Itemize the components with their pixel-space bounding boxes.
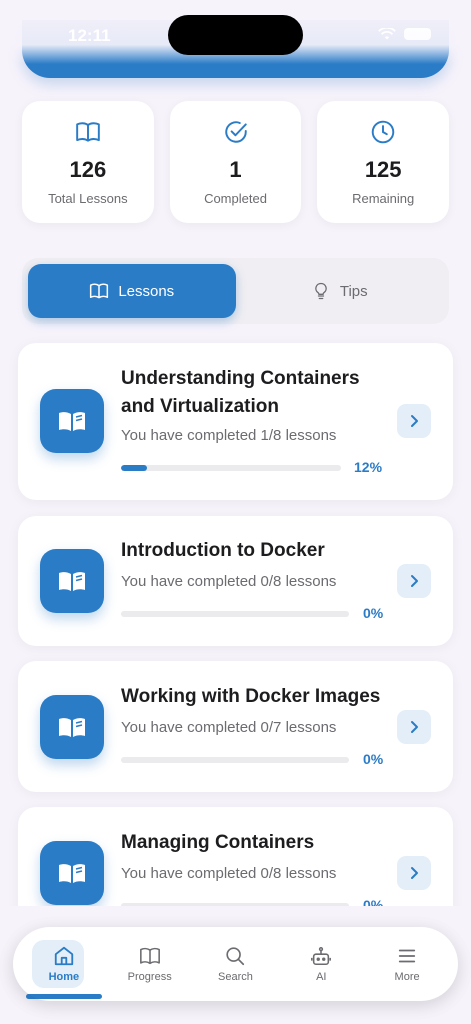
- lesson-list: Understanding Containers and Virtualizat…: [0, 336, 471, 906]
- chevron-right-icon: [411, 415, 418, 427]
- status-bar: 12:11: [0, 0, 471, 64]
- open-book-icon: [59, 412, 85, 431]
- lesson-progress-bar: [121, 611, 349, 617]
- open-lesson-button[interactable]: [397, 404, 431, 438]
- book-icon: [139, 947, 160, 965]
- chevron-right-icon: [411, 575, 418, 587]
- stat-value: 1: [229, 157, 242, 182]
- stat-card-remaining: 125 Remaining: [317, 101, 450, 223]
- lesson-card[interactable]: Introduction to Docker You have complete…: [18, 516, 453, 646]
- bottom-nav: Home Progress Search AI More: [13, 927, 458, 1001]
- nav-ai[interactable]: AI: [283, 945, 359, 983]
- lesson-progress-percent: 0%: [363, 897, 384, 906]
- dynamic-island: [168, 15, 303, 55]
- menu-icon: [398, 949, 416, 963]
- status-icons: [378, 28, 431, 40]
- lesson-icon: [40, 389, 104, 453]
- chevron-right-icon: [411, 721, 418, 733]
- stat-label: Total Lessons: [48, 191, 128, 206]
- stats-row: 126 Total Lessons 1 Completed 125 Remain…: [22, 101, 450, 223]
- lesson-progress-percent: 0%: [363, 605, 384, 621]
- lesson-progress-fill: [121, 465, 148, 471]
- lesson-progress-percent: 12%: [354, 459, 383, 475]
- open-book-icon: [59, 718, 85, 737]
- nav-progress[interactable]: Progress: [112, 945, 188, 983]
- book-icon: [76, 122, 100, 142]
- tab-label: Lessons: [118, 282, 175, 300]
- lesson-subtitle: You have completed 1/8 lessons: [121, 427, 337, 444]
- segmented-tabs: Lessons Tips: [22, 258, 449, 324]
- lesson-title: Working with Docker Images: [121, 686, 381, 707]
- open-book-icon: [59, 864, 85, 883]
- lesson-title: Introduction to Docker: [121, 540, 325, 561]
- nav-label: AI: [316, 971, 327, 983]
- lesson-subtitle: You have completed 0/7 lessons: [121, 719, 337, 736]
- battery-icon: [404, 28, 431, 40]
- lesson-subtitle: You have completed 0/8 lessons: [121, 865, 337, 882]
- lesson-card[interactable]: Understanding Containers and Virtualizat…: [18, 343, 453, 500]
- open-lesson-button[interactable]: [397, 710, 431, 744]
- tab-lessons[interactable]: Lessons: [28, 264, 236, 318]
- lesson-progress-bar: [121, 757, 349, 763]
- lesson-progress-bar: [121, 465, 341, 471]
- book-icon: [90, 283, 109, 299]
- lesson-progress-percent: 0%: [363, 751, 384, 767]
- home-icon: [54, 946, 74, 966]
- wifi-icon: [378, 28, 396, 40]
- lesson-icon: [40, 695, 104, 759]
- search-icon: [226, 947, 245, 966]
- nav-label: Progress: [127, 971, 172, 983]
- open-lesson-button[interactable]: [397, 856, 431, 890]
- stat-card-total: 126 Total Lessons: [22, 101, 154, 223]
- stat-label: Completed: [204, 191, 267, 206]
- nav-more[interactable]: More: [369, 945, 445, 983]
- nav-label: Search: [218, 971, 253, 983]
- nav-label: Home: [48, 971, 80, 983]
- lesson-subtitle: You have completed 0/8 lessons: [121, 573, 337, 590]
- open-lesson-button[interactable]: [397, 564, 431, 598]
- lesson-icon: [40, 549, 104, 613]
- tab-tips[interactable]: Tips: [236, 264, 444, 318]
- stat-card-completed: 1 Completed: [169, 101, 302, 223]
- lesson-title: Understanding Containers and Virtualizat…: [121, 368, 360, 417]
- status-time: 12:11: [68, 26, 111, 45]
- clock-icon: [371, 120, 395, 144]
- lesson-card[interactable]: Managing Containers You have completed 0…: [18, 807, 453, 906]
- stat-value: 125: [364, 157, 402, 182]
- tab-label: Tips: [339, 282, 368, 300]
- nav-search[interactable]: Search: [197, 945, 273, 983]
- lesson-card[interactable]: Working with Docker Images You have comp…: [18, 661, 453, 792]
- open-book-icon: [59, 572, 85, 591]
- check-circle-icon: [224, 121, 247, 143]
- lightbulb-icon: [315, 282, 327, 300]
- robot-icon: [311, 946, 332, 966]
- nav-label: More: [394, 971, 420, 983]
- stat-value: 126: [69, 157, 107, 182]
- lesson-title: Managing Containers: [121, 832, 315, 853]
- lesson-icon: [40, 841, 104, 905]
- chevron-right-icon: [411, 867, 418, 879]
- stat-label: Remaining: [352, 191, 415, 206]
- nav-home[interactable]: Home: [26, 945, 102, 983]
